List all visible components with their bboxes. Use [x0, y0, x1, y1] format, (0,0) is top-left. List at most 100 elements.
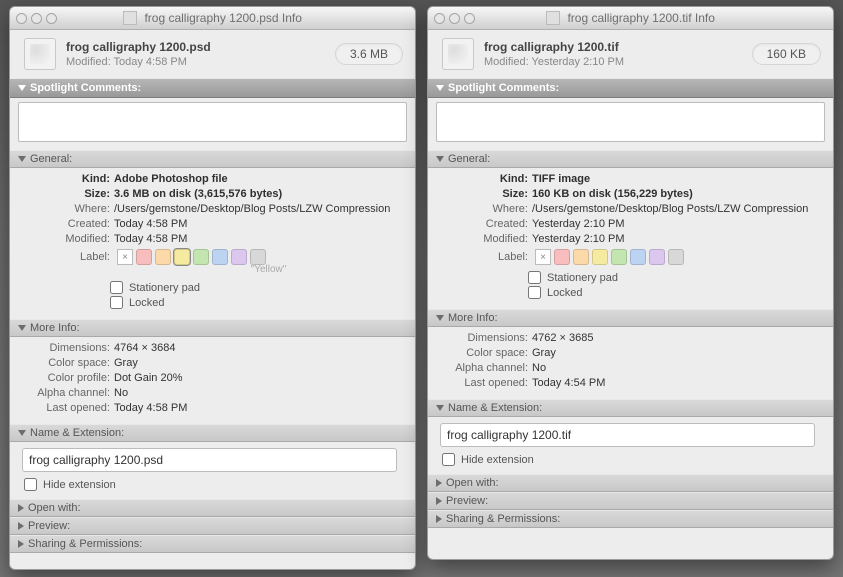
section-sharing[interactable]: Sharing & Permissions:: [428, 510, 833, 528]
alpha-value: No: [532, 361, 823, 376]
created-value: Today 4:58 PM: [114, 217, 405, 232]
size-value: 3.6 MB on disk (3,615,576 bytes): [114, 187, 405, 202]
section-moreinfo[interactable]: More Info:: [10, 319, 415, 337]
label-gray[interactable]: [668, 249, 684, 265]
hide-extension-checkbox[interactable]: Hide extension: [442, 453, 823, 466]
label-yellow[interactable]: [592, 249, 608, 265]
traffic-zoom-icon[interactable]: [464, 13, 475, 24]
traffic-min-icon[interactable]: [449, 13, 460, 24]
label-orange[interactable]: [573, 249, 589, 265]
kind-value: TIFF image: [532, 172, 823, 187]
moreinfo-panel: Dimensions:4764 × 3684 Color space:Gray …: [10, 337, 415, 424]
modified-value: Today 4:58 PM: [114, 232, 405, 247]
file-header: frog calligraphy 1200.psd Modified: Toda…: [10, 30, 415, 78]
disclosure-triangle-icon: [18, 156, 26, 162]
section-openwith[interactable]: Open with:: [428, 474, 833, 492]
size-pill: 3.6 MB: [335, 43, 403, 65]
section-general[interactable]: General:: [428, 150, 833, 168]
lastopened-value: Today 4:58 PM: [114, 401, 405, 416]
section-nameext[interactable]: Name & Extension:: [10, 424, 415, 442]
window-title: frog calligraphy 1200.psd Info: [10, 11, 415, 25]
label-yellow[interactable]: [174, 249, 190, 265]
label-blue[interactable]: [630, 249, 646, 265]
stationery-checkbox[interactable]: Stationery pad: [110, 281, 405, 294]
info-window-left: frog calligraphy 1200.psd Info frog call…: [9, 6, 416, 570]
section-preview[interactable]: Preview:: [10, 517, 415, 535]
alpha-value: No: [114, 386, 405, 401]
label-purple[interactable]: [231, 249, 247, 265]
file-icon: [546, 11, 560, 25]
label-blue[interactable]: [212, 249, 228, 265]
disclosure-triangle-icon: [18, 430, 26, 436]
lastopened-value: Today 4:54 PM: [532, 376, 823, 391]
locked-checkbox[interactable]: Locked: [110, 296, 405, 309]
spotlight-comments-field[interactable]: [18, 102, 407, 142]
section-openwith[interactable]: Open with:: [10, 499, 415, 517]
section-nameext[interactable]: Name & Extension:: [428, 399, 833, 417]
label-purple[interactable]: [649, 249, 665, 265]
spotlight-comments-field[interactable]: [436, 102, 825, 142]
section-general[interactable]: General:: [10, 150, 415, 168]
size-value: 160 KB on disk (156,229 bytes): [532, 187, 823, 202]
titlebar[interactable]: frog calligraphy 1200.tif Info: [428, 7, 833, 30]
titlebar[interactable]: frog calligraphy 1200.psd Info: [10, 7, 415, 30]
disclosure-triangle-icon: [436, 85, 444, 91]
disclosure-triangle-icon: [18, 504, 24, 512]
label-none-button[interactable]: ×: [535, 249, 551, 265]
hide-extension-checkbox[interactable]: Hide extension: [24, 478, 405, 491]
label-gray[interactable]: [250, 249, 266, 265]
disclosure-triangle-icon: [436, 515, 442, 523]
disclosure-triangle-icon: [436, 156, 444, 162]
section-spotlight[interactable]: Spotlight Comments:: [10, 78, 415, 98]
traffic-close-icon[interactable]: [434, 13, 445, 24]
label-red[interactable]: [554, 249, 570, 265]
filename-input[interactable]: [440, 423, 815, 447]
section-spotlight[interactable]: Spotlight Comments:: [428, 78, 833, 98]
label-row: Label: ×: [32, 249, 405, 265]
colorspace-value: Gray: [532, 346, 823, 361]
disclosure-triangle-icon: [436, 479, 442, 487]
file-modified: Modified: Yesterday 2:10 PM: [484, 56, 742, 68]
document-icon: [442, 38, 474, 70]
window-title-text: frog calligraphy 1200.tif Info: [567, 11, 714, 25]
kind-value: Adobe Photoshop file: [114, 172, 405, 187]
window-title: frog calligraphy 1200.tif Info: [428, 11, 833, 25]
section-moreinfo[interactable]: More Info:: [428, 309, 833, 327]
stationery-checkbox[interactable]: Stationery pad: [528, 271, 823, 284]
section-preview[interactable]: Preview:: [428, 492, 833, 510]
disclosure-triangle-icon: [18, 522, 24, 530]
traffic-min-icon[interactable]: [31, 13, 42, 24]
file-header: frog calligraphy 1200.tif Modified: Yest…: [428, 30, 833, 78]
label-green[interactable]: [611, 249, 627, 265]
filename-input[interactable]: [22, 448, 397, 472]
file-name: frog calligraphy 1200.tif: [484, 40, 742, 54]
window-title-text: frog calligraphy 1200.psd Info: [144, 11, 301, 25]
where-value: /Users/gemstone/Desktop/Blog Posts/LZW C…: [532, 202, 823, 217]
file-name: frog calligraphy 1200.psd: [66, 40, 325, 54]
dimensions-value: 4764 × 3684: [114, 341, 405, 356]
general-panel: Kind:Adobe Photoshop file Size:3.6 MB on…: [10, 168, 415, 319]
traffic-close-icon[interactable]: [16, 13, 27, 24]
file-modified: Modified: Today 4:58 PM: [66, 56, 325, 68]
info-window-right: frog calligraphy 1200.tif Info frog call…: [427, 6, 834, 560]
created-value: Yesterday 2:10 PM: [532, 217, 823, 232]
label-red[interactable]: [136, 249, 152, 265]
disclosure-triangle-icon: [436, 405, 444, 411]
section-sharing[interactable]: Sharing & Permissions:: [10, 535, 415, 553]
disclosure-triangle-icon: [436, 497, 442, 505]
disclosure-triangle-icon: [18, 540, 24, 548]
file-icon: [123, 11, 137, 25]
disclosure-triangle-icon: [18, 325, 26, 331]
locked-checkbox[interactable]: Locked: [528, 286, 823, 299]
traffic-zoom-icon[interactable]: [46, 13, 57, 24]
colorprofile-value: Dot Gain 20%: [114, 371, 405, 386]
label-green[interactable]: [193, 249, 209, 265]
colorspace-value: Gray: [114, 356, 405, 371]
moreinfo-panel: Dimensions:4762 × 3685 Color space:Gray …: [428, 327, 833, 399]
dimensions-value: 4762 × 3685: [532, 331, 823, 346]
label-hint: "Yellow": [132, 264, 405, 275]
label-orange[interactable]: [155, 249, 171, 265]
disclosure-triangle-icon: [436, 315, 444, 321]
size-pill: 160 KB: [752, 43, 821, 65]
label-none-button[interactable]: ×: [117, 249, 133, 265]
